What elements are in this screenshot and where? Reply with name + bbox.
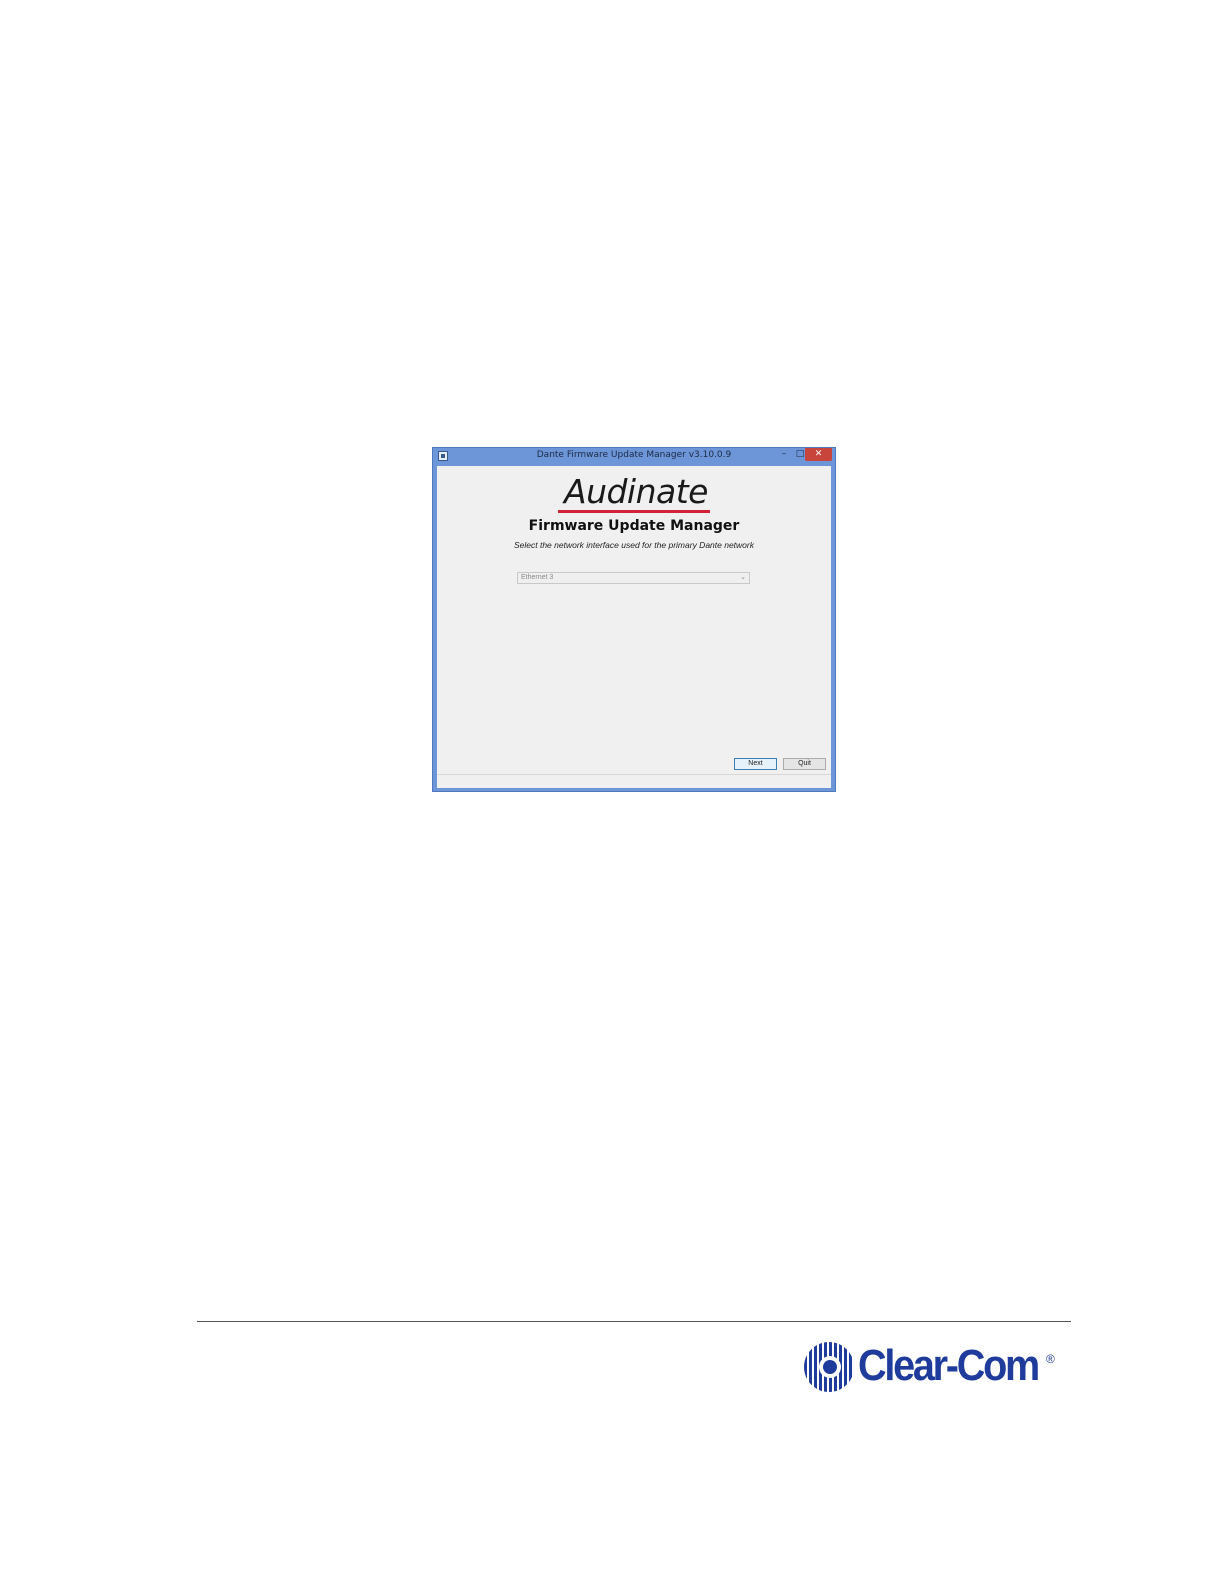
clearcom-wordmark: Clear-Com <box>858 1341 1040 1390</box>
audinate-logo-text: Audinate <box>558 474 710 513</box>
registered-mark: ® <box>1046 1352 1055 1366</box>
close-button[interactable]: ✕ <box>805 448 832 461</box>
network-interface-value: Ethernet 3 <box>521 574 554 581</box>
window-title: Dante Firmware Update Manager v3.10.0.9 <box>536 450 732 460</box>
clearcom-globe-icon <box>804 1342 852 1392</box>
quit-button[interactable]: Quit <box>783 758 826 770</box>
window-titlebar[interactable]: Dante Firmware Update Manager v3.10.0.9 … <box>433 448 835 464</box>
audinate-logo: Audinate <box>437 474 831 514</box>
instruction-text: Select the network interface used for th… <box>513 540 754 550</box>
next-button[interactable]: Next <box>734 758 777 770</box>
clearcom-logo: Clear-Com ® <box>802 1340 1062 1396</box>
app-name-heading: Firmware Update Manager <box>528 518 740 534</box>
app-window-screenshot: Dante Firmware Update Manager v3.10.0.9 … <box>432 447 836 792</box>
status-bar <box>437 774 831 775</box>
footer-rule <box>197 1321 1071 1322</box>
chevron-down-icon: ⌄ <box>740 574 746 581</box>
minimize-button[interactable]: – <box>777 448 791 461</box>
window-client-area: Audinate Firmware Update Manager Select … <box>437 466 831 788</box>
network-interface-select[interactable]: Ethernet 3 ⌄ <box>517 572 750 584</box>
